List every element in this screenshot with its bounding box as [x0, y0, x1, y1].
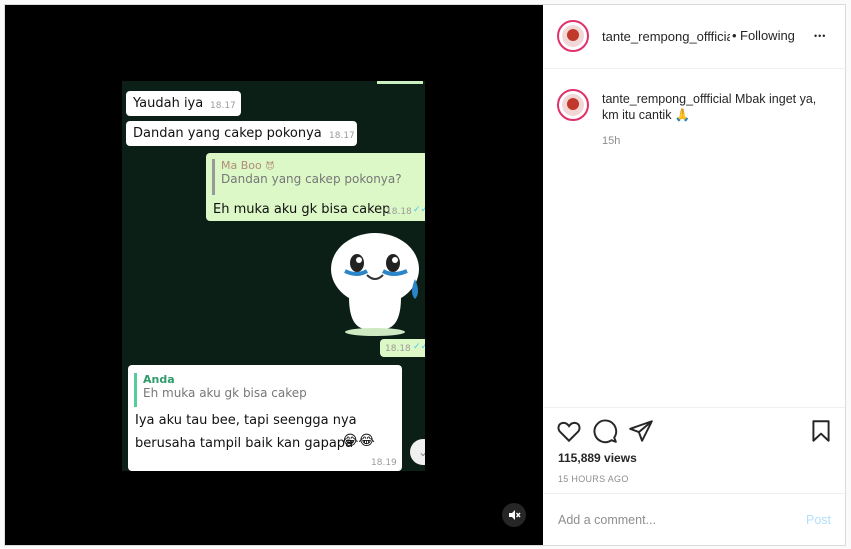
post-modal: Yaudah iya 18.17 Dandan yang cakep pokon…: [4, 4, 846, 546]
mute-icon: [509, 510, 521, 520]
caption-username[interactable]: tante_rempong_offficial: [602, 92, 732, 106]
following-button[interactable]: Following: [740, 28, 795, 43]
sticker-time-bubble: 18.18 ✓✓: [380, 339, 425, 357]
caption-age: 15h: [602, 135, 621, 147]
message-time: 18.18: [385, 344, 411, 354]
chat-top-edge: [377, 81, 423, 84]
caption-avatar[interactable]: [557, 89, 589, 121]
comment-icon[interactable]: [592, 418, 618, 444]
quoted-message: Anda Eh muka aku gk bisa cakep: [134, 373, 397, 407]
laughing-emoji: 😂😂: [342, 433, 375, 449]
message-text: Eh muka aku gk bisa cakep: [213, 202, 391, 217]
message-time: 18.17: [329, 131, 355, 141]
heart-icon[interactable]: [556, 418, 582, 444]
message-time: 18.18: [386, 207, 412, 217]
message-bubble: Anda Eh muka aku gk bisa cakep Iya aku t…: [128, 365, 402, 471]
caption: tante_rempong_offficial Mbak inget ya, k…: [602, 91, 832, 123]
read-ticks-icon: ✓✓: [413, 342, 425, 352]
message-bubble: Yaudah iya 18.17: [126, 91, 241, 116]
view-count[interactable]: 115,889 views: [558, 451, 637, 465]
message-bubble: Dandan yang cakep pokonya 18.17: [126, 121, 357, 146]
crying-sticker: [327, 229, 423, 337]
username-link[interactable]: tante_rempong_offficial: [602, 29, 730, 44]
quoted-text: Eh muka aku gk bisa cakep: [143, 386, 307, 400]
scroll-down-button[interactable]: ⌄: [410, 439, 425, 465]
bookmark-icon[interactable]: [808, 418, 834, 444]
post-timestamp: 15 HOURS AGO: [558, 474, 629, 484]
message-text-line1: Iya aku tau bee, tapi seengga nya: [135, 413, 357, 428]
chat-screenshot: Yaudah iya 18.17 Dandan yang cakep pokon…: [122, 81, 425, 471]
message-text: Yaudah iya: [133, 96, 204, 111]
separator-dot: •: [732, 28, 737, 43]
comment-input[interactable]: Add a comment...: [558, 513, 656, 527]
avatar[interactable]: [557, 20, 589, 52]
video-player[interactable]: Yaudah iya 18.17 Dandan yang cakep pokon…: [5, 5, 543, 545]
message-text-line2: berusaha tampil baik kan gapapa: [135, 436, 354, 451]
comment-box: Add a comment... Post: [544, 493, 845, 546]
share-icon[interactable]: [628, 418, 654, 444]
message-time: 18.19: [371, 458, 397, 468]
quoted-sender: Ma Boo 😈: [221, 159, 275, 172]
post-button[interactable]: Post: [806, 513, 831, 527]
message-text: Dandan yang cakep pokonya: [133, 126, 322, 141]
action-bar: 115,889 views 15 HOURS AGO: [544, 407, 845, 498]
message-time: 18.17: [210, 101, 236, 111]
more-icon[interactable]: •••: [814, 31, 826, 41]
quoted-message: Ma Boo 😈 Dandan yang cakep pokonya?: [212, 159, 421, 195]
read-ticks-icon: ✓✓: [413, 205, 425, 215]
post-header: tante_rempong_offficial • Following •••: [544, 5, 845, 69]
mute-button[interactable]: [502, 503, 526, 527]
quoted-sender: Anda: [143, 373, 175, 386]
quoted-text: Dandan yang cakep pokonya?: [221, 172, 402, 186]
post-sidebar: tante_rempong_offficial • Following ••• …: [544, 5, 845, 545]
message-bubble: Ma Boo 😈 Dandan yang cakep pokonya? Eh m…: [206, 153, 425, 221]
